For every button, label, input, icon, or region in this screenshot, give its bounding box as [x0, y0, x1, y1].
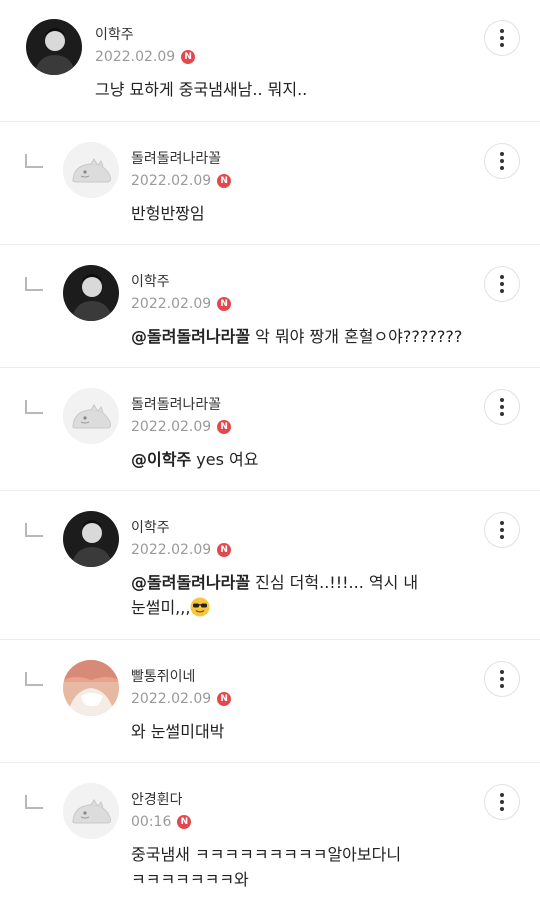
avatar[interactable]: [63, 660, 119, 716]
comment-author[interactable]: 돌려돌려나라꼴: [131, 394, 221, 414]
comment-author[interactable]: 안경휜다: [131, 789, 183, 809]
comment-item: 빨통쥐이네 2022.02.09 N 와 눈썰미대박: [0, 640, 540, 763]
comment-author[interactable]: 이학주: [131, 517, 170, 537]
comment-meta: 2022.02.09 N: [131, 296, 232, 312]
comment-date: 2022.02.09: [131, 691, 212, 707]
comment-meta: 2022.02.09 N: [131, 691, 232, 707]
comment-text: @돌려돌려나라꼴 악 뭐야 짱개 혼혈ㅇ야???????: [131, 327, 463, 346]
new-badge: N: [217, 297, 232, 311]
comment-text: 그냥 묘하게 중국냄새남.. 뭐지..: [95, 80, 308, 99]
comment-meta: 00:16 N: [131, 814, 192, 830]
sunglasses-emoji-icon: [190, 597, 210, 617]
new-badge: N: [177, 815, 192, 829]
avatar[interactable]: [63, 511, 119, 567]
comment-text: @돌려돌려나라꼴 진심 더헉..!!!... 역시 내 눈썰미,,,: [131, 573, 419, 617]
comment-date: 00:16: [131, 814, 172, 830]
comment-date: 2022.02.09: [95, 49, 176, 65]
reply-indicator-icon: [25, 400, 43, 414]
new-badge: N: [217, 420, 232, 434]
comment-meta: 2022.02.09 N: [95, 49, 196, 65]
comment-item: 돌려돌려나라꼴 2022.02.09 N @이학주 yes 여요: [0, 368, 540, 491]
comment-item: 이학주 2022.02.09 N @돌려돌려나라꼴 악 뭐야 짱개 혼혈ㅇ야??…: [0, 245, 540, 368]
comment-date: 2022.02.09: [131, 296, 212, 312]
comment-item: 이학주 2022.02.09 N 그냥 묘하게 중국냄새남.. 뭐지..: [0, 0, 540, 122]
comment-author[interactable]: 이학주: [131, 271, 170, 291]
comment-text: 와 눈썰미대박: [131, 722, 225, 741]
more-options-button[interactable]: [484, 661, 520, 697]
comment-meta: 2022.02.09 N: [131, 173, 232, 189]
comment-text: 중국냄새 ㅋㅋㅋㅋㅋㅋㅋㅋㅋ알아보다니 ㅋㅋㅋㅋㅋㅋㅋ와: [131, 845, 402, 889]
more-options-button[interactable]: [484, 512, 520, 548]
mention-link[interactable]: @돌려돌려나라꼴: [131, 573, 250, 592]
avatar[interactable]: [63, 783, 119, 839]
new-badge: N: [217, 543, 232, 557]
comment-list: 이학주 2022.02.09 N 그냥 묘하게 중국냄새남.. 뭐지.. 돌려돌…: [0, 0, 540, 907]
more-options-button[interactable]: [484, 266, 520, 302]
reply-indicator-icon: [25, 672, 43, 686]
avatar[interactable]: [63, 142, 119, 198]
comment-item: 이학주 2022.02.09 N @돌려돌려나라꼴 진심 더헉..!!!... …: [0, 491, 540, 640]
mention-link[interactable]: @돌려돌려나라꼴: [131, 327, 250, 346]
avatar[interactable]: [63, 388, 119, 444]
comment-meta: 2022.02.09 N: [131, 419, 232, 435]
new-badge: N: [217, 692, 232, 706]
reply-indicator-icon: [25, 277, 43, 291]
comment-meta: 2022.02.09 N: [131, 542, 232, 558]
avatar[interactable]: [63, 265, 119, 321]
reply-indicator-icon: [25, 154, 43, 168]
comment-item: 돌려돌려나라꼴 2022.02.09 N 반헝반짱임: [0, 122, 540, 245]
comment-text: 반헝반짱임: [131, 204, 205, 223]
more-options-button[interactable]: [484, 784, 520, 820]
mention-link[interactable]: @이학주: [131, 450, 191, 469]
more-options-button[interactable]: [484, 389, 520, 425]
reply-indicator-icon: [25, 795, 43, 809]
comment-author[interactable]: 이학주: [95, 24, 134, 44]
comment-date: 2022.02.09: [131, 542, 212, 558]
comment-item: 안경휜다 00:16 N 중국냄새 ㅋㅋㅋㅋㅋㅋㅋㅋㅋ알아보다니 ㅋㅋㅋㅋㅋㅋㅋ…: [0, 763, 540, 907]
new-badge: N: [217, 174, 232, 188]
comment-date: 2022.02.09: [131, 173, 212, 189]
new-badge: N: [181, 50, 196, 64]
reply-indicator-icon: [25, 523, 43, 537]
comment-date: 2022.02.09: [131, 419, 212, 435]
comment-author[interactable]: 빨통쥐이네: [131, 666, 195, 686]
avatar[interactable]: [26, 19, 82, 75]
comment-author[interactable]: 돌려돌려나라꼴: [131, 148, 221, 168]
comment-text: @이학주 yes 여요: [131, 450, 259, 469]
more-options-button[interactable]: [484, 143, 520, 179]
more-options-button[interactable]: [484, 20, 520, 56]
